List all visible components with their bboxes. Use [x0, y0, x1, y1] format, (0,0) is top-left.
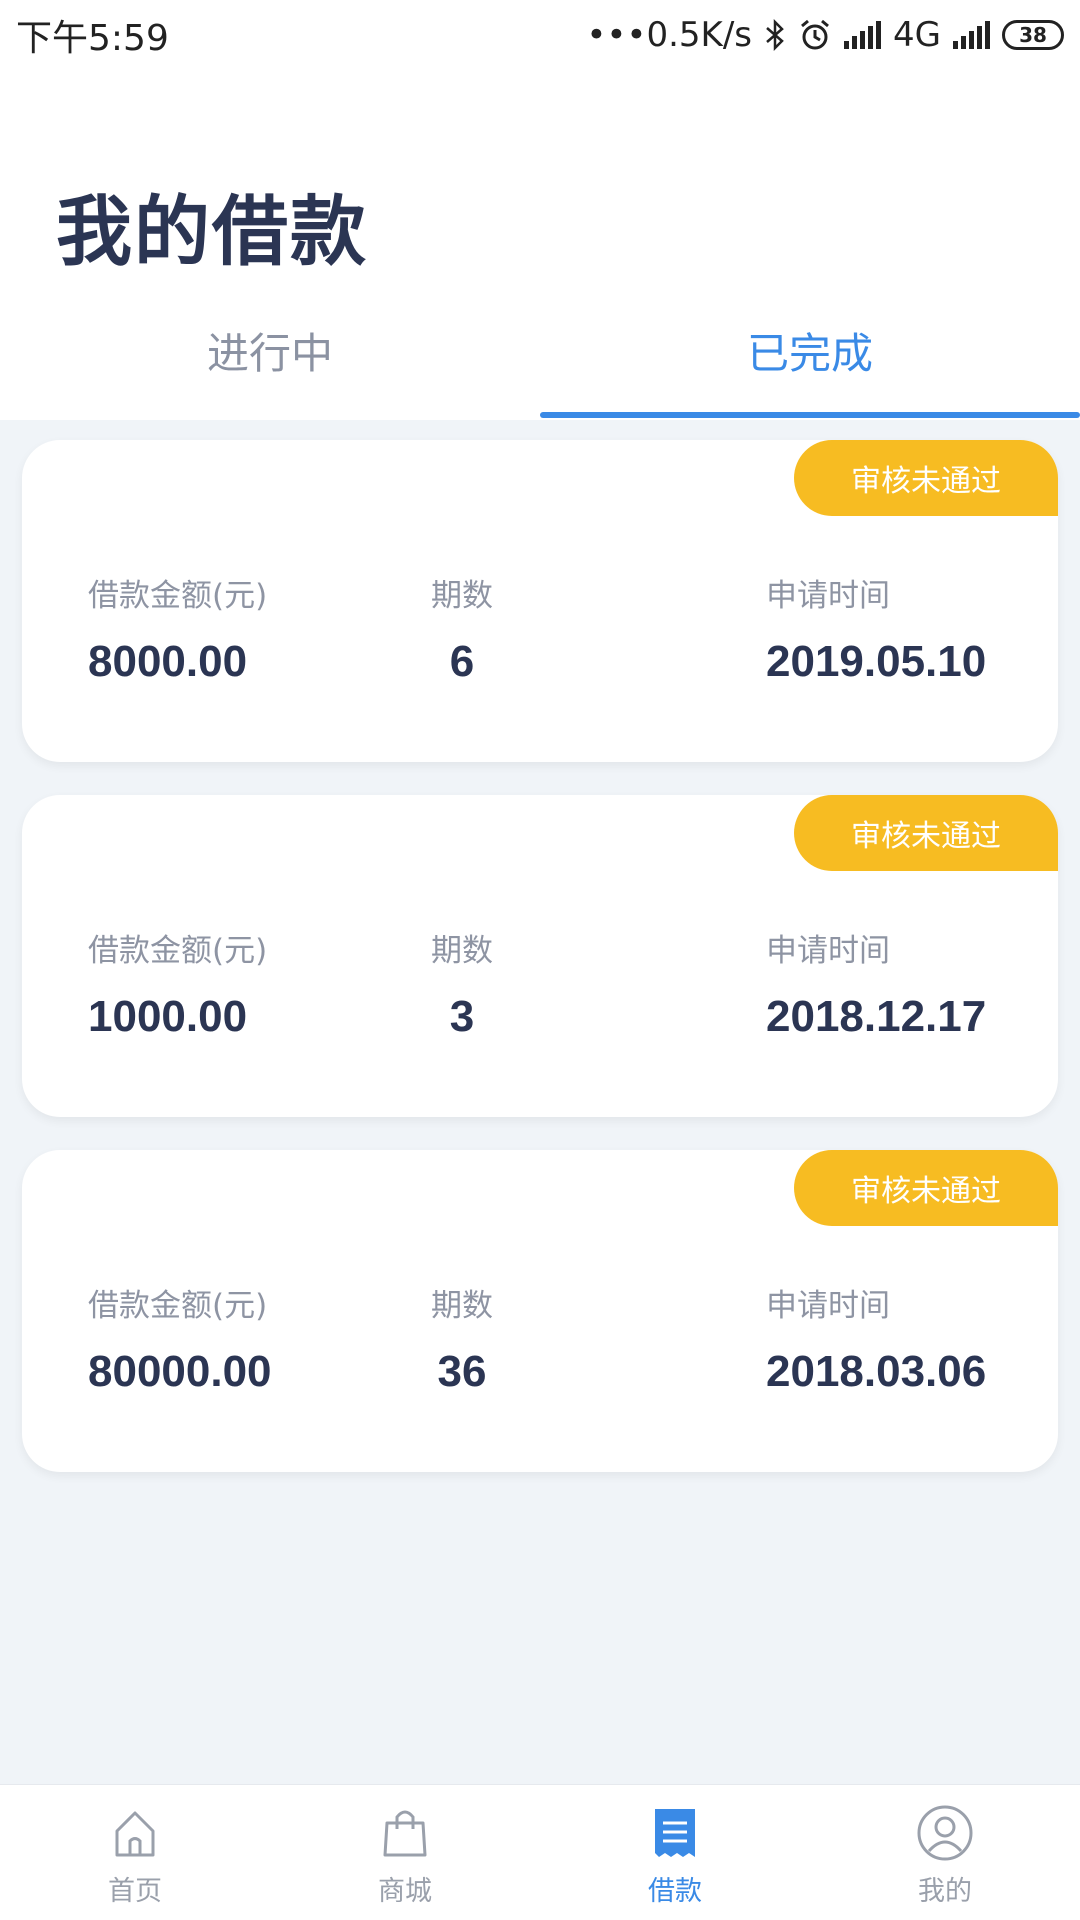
date-label: 申请时间: [766, 1288, 890, 1324]
nav-item-loan[interactable]: 借款: [540, 1785, 810, 1920]
amount-label: 借款金额(元): [88, 1288, 268, 1324]
network-speed: •••0.5K/s: [586, 15, 753, 55]
tab-label: 已完成: [746, 329, 873, 378]
date-label: 申请时间: [766, 578, 890, 614]
nav-item-profile[interactable]: 我的: [810, 1785, 1080, 1920]
profile-icon: [917, 1805, 973, 1861]
date-label: 申请时间: [766, 933, 890, 969]
battery-level: 38: [1019, 23, 1047, 47]
bottom-nav: 首页 商城 借款 我的: [0, 1784, 1080, 1920]
alarm-icon: [801, 19, 829, 50]
loan-card[interactable]: 审核未通过 借款金额(元) 8000.00 期数 6 申请时间 2019.05.…: [22, 440, 1058, 762]
page-title: 我的借款: [56, 187, 368, 276]
loan-date: 申请时间 2018.12.17: [766, 925, 986, 1042]
periods-value: 3: [449, 992, 475, 1041]
status-badge: 审核未通过: [794, 795, 1058, 871]
loan-amount: 借款金额(元) 1000.00: [88, 925, 267, 1042]
amount-label: 借款金额(元): [88, 578, 268, 614]
bluetooth-icon: [766, 19, 784, 51]
date-value: 2018.12.17: [766, 992, 987, 1041]
loan-date: 申请时间 2019.05.10: [766, 570, 986, 687]
status-bar: 下午5:59 •••0.5K/s 4G 38: [0, 0, 1080, 70]
nav-label: 我的: [918, 1876, 972, 1907]
loan-card[interactable]: 审核未通过 借款金额(元) 80000.00 期数 36 申请时间 2018.0…: [22, 1150, 1058, 1472]
periods-label: 期数: [431, 1288, 493, 1324]
screen: 下午5:59 •••0.5K/s 4G 38 我的借款 进行中 已完成 审核未通…: [0, 0, 1080, 1920]
loan-amount: 借款金额(元) 8000.00: [88, 570, 267, 687]
signal-icon: [953, 21, 990, 49]
amount-value: 8000.00: [88, 637, 248, 686]
active-tab-indicator: [540, 412, 1080, 418]
header: 我的借款 进行中 已完成: [0, 70, 1080, 420]
loan-periods: 期数 36: [392, 1280, 532, 1397]
loan-periods: 期数 3: [392, 925, 532, 1042]
loan-periods: 期数 6: [392, 570, 532, 687]
tab-label: 进行中: [206, 329, 333, 378]
amount-value: 1000.00: [88, 992, 248, 1041]
battery-icon: 38: [1002, 20, 1064, 50]
tab-completed[interactable]: 已完成: [540, 320, 1080, 420]
loan-card[interactable]: 审核未通过 借款金额(元) 1000.00 期数 3 申请时间 2018.12.…: [22, 795, 1058, 1117]
periods-value: 36: [437, 1347, 487, 1396]
loan-date: 申请时间 2018.03.06: [766, 1280, 986, 1397]
date-value: 2018.03.06: [766, 1347, 987, 1396]
periods-label: 期数: [431, 933, 493, 969]
nav-item-mall[interactable]: 商城: [270, 1785, 540, 1920]
periods-label: 期数: [431, 578, 493, 614]
document-icon: [655, 1809, 695, 1857]
nav-item-home[interactable]: 首页: [0, 1785, 270, 1920]
loan-amount: 借款金额(元) 80000.00: [88, 1280, 272, 1397]
shopping-bag-icon: [383, 1810, 427, 1857]
amount-value: 80000.00: [88, 1347, 272, 1396]
status-badge: 审核未通过: [794, 440, 1058, 516]
date-value: 2019.05.10: [766, 637, 987, 686]
tab-in-progress[interactable]: 进行中: [0, 320, 540, 420]
nav-label: 首页: [108, 1876, 162, 1907]
status-icons: •••0.5K/s 4G 38: [586, 15, 1064, 55]
amount-label: 借款金额(元): [88, 933, 268, 969]
signal-icon: [844, 21, 882, 49]
nav-label: 商城: [378, 1876, 432, 1907]
status-time: 下午5:59: [16, 18, 169, 59]
status-badge: 审核未通过: [794, 1150, 1058, 1226]
nav-label: 借款: [648, 1876, 702, 1907]
periods-value: 6: [449, 637, 475, 686]
home-icon: [115, 1811, 155, 1857]
network-type: 4G: [893, 15, 941, 55]
